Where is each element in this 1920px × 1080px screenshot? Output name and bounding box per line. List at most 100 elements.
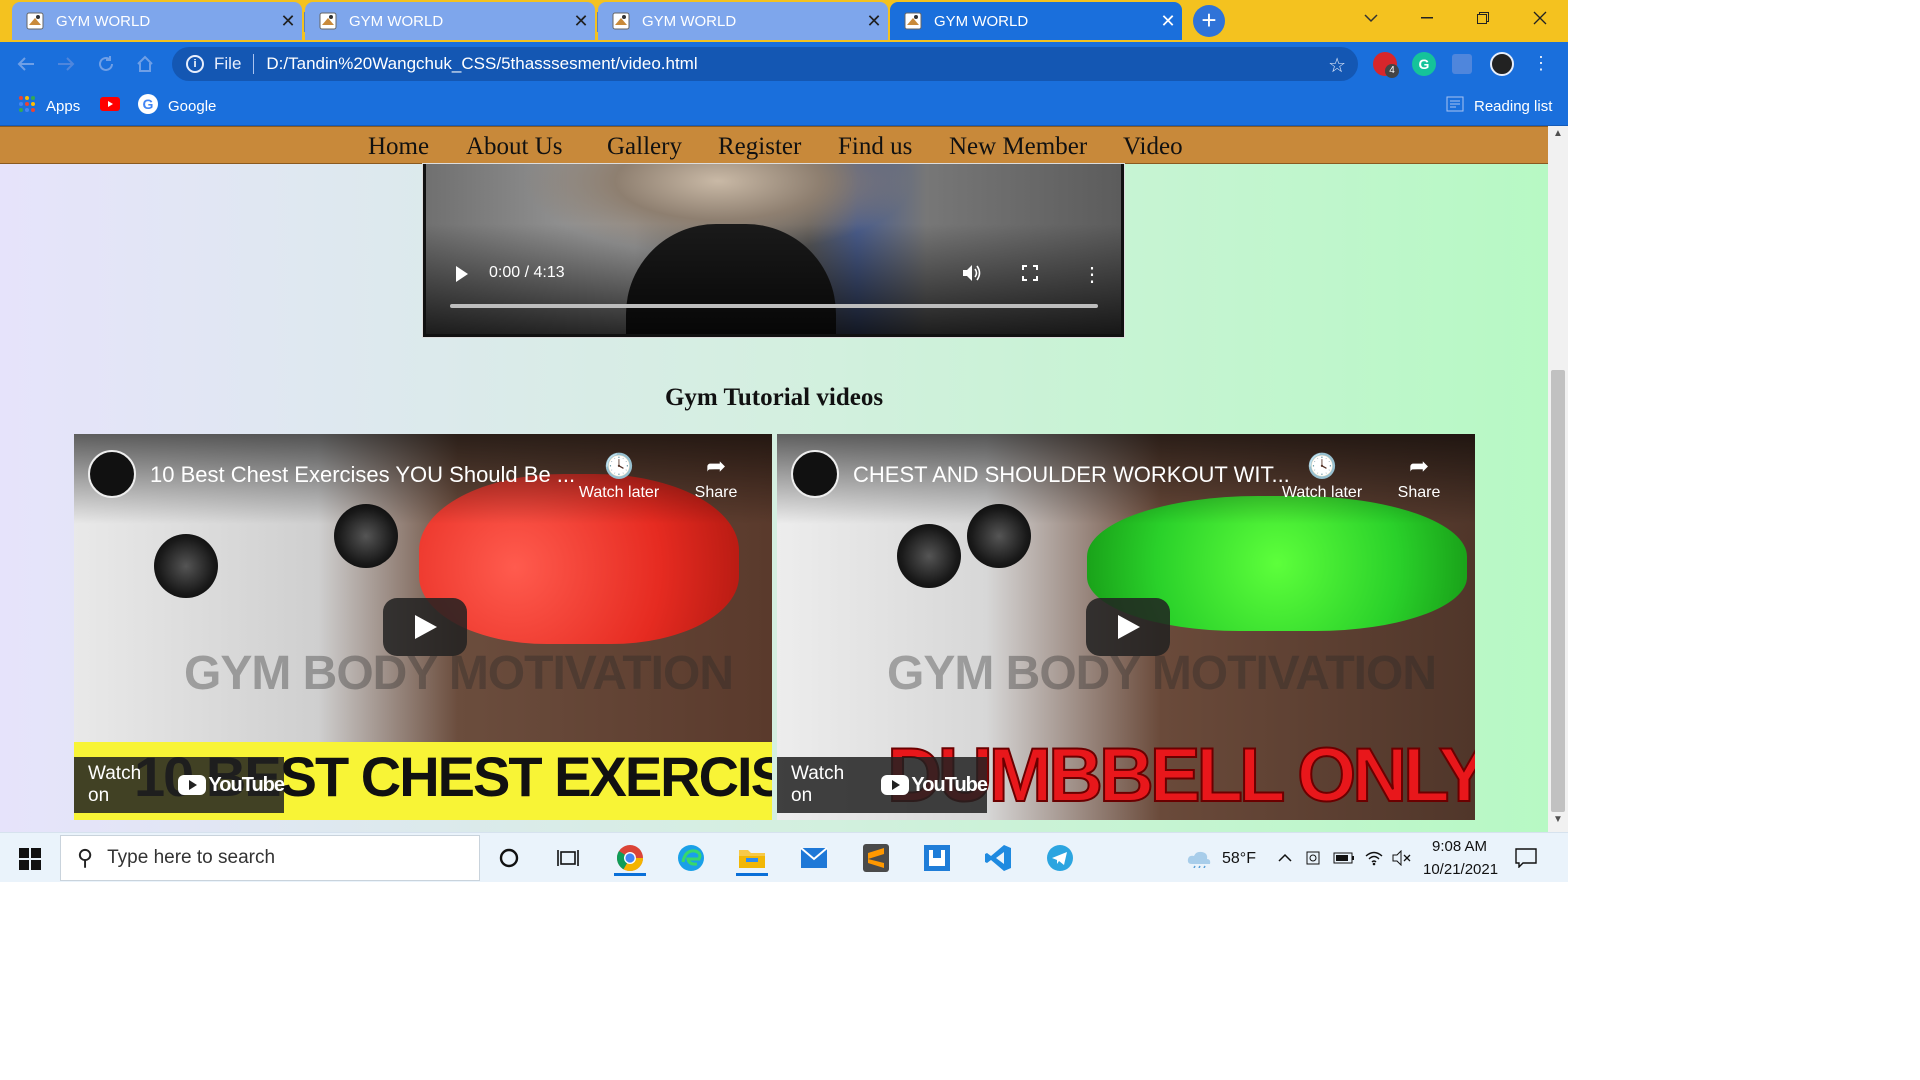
bookmark-youtube[interactable] — [100, 94, 120, 118]
gym-favicon-icon — [26, 12, 44, 30]
channel-avatar[interactable] — [88, 450, 136, 498]
forward-arrow-icon[interactable] — [52, 50, 80, 78]
watch-on-youtube-button[interactable]: Watch on YouTube — [74, 757, 285, 813]
restore-button[interactable] — [1455, 0, 1511, 36]
browser-tab-active[interactable]: GYM WORLD ✕ — [890, 2, 1182, 40]
watch-later-button[interactable]: 🕓 Watch later — [574, 452, 664, 502]
video-player[interactable]: 0:00 / 4:13 ⋮ — [422, 163, 1125, 338]
youtube-icon — [100, 97, 120, 115]
youtube-embed[interactable]: GYM BODY MOTIVATION 10 BEST CHEST EXERCI… — [74, 434, 772, 820]
fullscreen-icon[interactable] — [1022, 265, 1038, 286]
home-icon[interactable] — [131, 50, 159, 78]
site-nav: Home About Us Gallery Register Find us N… — [0, 126, 1548, 164]
embed-video-title[interactable]: 10 Best Chest Exercises YOU Should Be ..… — [150, 462, 575, 488]
vscode-icon[interactable] — [980, 840, 1016, 876]
close-icon[interactable]: ✕ — [567, 11, 595, 32]
address-bar[interactable]: i File D:/Tandin%20Wangchuk_CSS/5thassse… — [172, 47, 1358, 81]
sublime-text-icon[interactable] — [858, 840, 894, 876]
browser-menu-icon[interactable]: ⋮ — [1532, 52, 1550, 76]
bookmark-google[interactable]: G Google — [138, 94, 216, 118]
grammarly-extension-icon[interactable]: G — [1412, 52, 1436, 76]
chrome-taskbar-icon[interactable] — [612, 840, 648, 876]
telegram-icon[interactable] — [1042, 840, 1078, 876]
scroll-up-arrow-icon[interactable]: ▲ — [1548, 128, 1568, 144]
scroll-down-arrow-icon[interactable]: ▼ — [1548, 814, 1568, 830]
weather-temp[interactable]: 58°F — [1222, 850, 1256, 868]
wifi-icon[interactable] — [1362, 840, 1386, 876]
taskbar-search-input[interactable]: ⚲ Type here to search — [60, 835, 480, 881]
new-tab-button[interactable]: + — [1193, 5, 1225, 37]
extension-badge: 4 — [1385, 64, 1399, 78]
code-app-icon[interactable] — [919, 840, 955, 876]
share-label: Share — [694, 484, 738, 501]
cortana-icon[interactable] — [491, 840, 527, 876]
tray-chevron-up-icon[interactable] — [1273, 840, 1297, 876]
volume-icon[interactable] — [962, 264, 982, 287]
volume-muted-icon[interactable] — [1390, 840, 1414, 876]
meet-now-icon[interactable] — [1302, 840, 1326, 876]
play-icon[interactable] — [456, 266, 468, 282]
browser-tab[interactable]: GYM WORLD ✕ — [305, 2, 595, 40]
nav-link-video[interactable]: Video — [1123, 133, 1183, 161]
page-scrollbar[interactable]: ▲ ▼ — [1548, 126, 1568, 832]
minimize-button[interactable] — [1399, 0, 1455, 36]
gym-favicon-icon — [319, 12, 337, 30]
share-arrow-icon: ➦ — [705, 453, 727, 480]
clock-time[interactable]: 9:08 AM — [1432, 838, 1487, 855]
reading-list-icon — [1446, 96, 1464, 116]
weather-icon[interactable] — [1184, 840, 1214, 876]
scrollbar-thumb[interactable] — [1551, 370, 1565, 812]
share-arrow-icon: ➦ — [1408, 453, 1430, 480]
browser-toolbar: i File D:/Tandin%20Wangchuk_CSS/5thassse… — [0, 42, 1568, 86]
watch-on-youtube-button[interactable]: Watch on YouTube — [777, 757, 988, 813]
video-more-options-icon[interactable]: ⋮ — [1082, 262, 1102, 287]
video-time: 0:00 / 4:13 — [489, 264, 565, 281]
battery-icon[interactable] — [1332, 840, 1356, 876]
back-arrow-icon[interactable] — [12, 50, 40, 78]
reload-icon[interactable] — [92, 50, 120, 78]
nav-link-gallery[interactable]: Gallery — [607, 133, 682, 161]
browser-tab[interactable]: GYM WORLD ✕ — [12, 2, 302, 40]
browser-tab[interactable]: GYM WORLD ✕ — [598, 2, 888, 40]
adblock-extension-icon[interactable]: 4 — [1373, 52, 1399, 78]
nav-link-find-us[interactable]: Find us — [838, 133, 912, 161]
reading-list-button[interactable]: Reading list — [1446, 94, 1552, 118]
close-icon[interactable]: ✕ — [1154, 11, 1182, 32]
youtube-wordmark: YouTube — [208, 773, 285, 796]
nav-link-new-member[interactable]: New Member — [949, 133, 1087, 161]
embed-video-title[interactable]: CHEST AND SHOULDER WORKOUT WIT... — [853, 462, 1290, 488]
edge-taskbar-icon[interactable] — [673, 840, 709, 876]
windows-start-icon[interactable] — [10, 845, 50, 873]
youtube-play-button[interactable] — [1086, 598, 1170, 656]
address-divider — [253, 54, 255, 74]
tab-search-chevron-icon[interactable] — [1343, 0, 1399, 36]
video-progress-track[interactable] — [450, 304, 1098, 308]
nav-link-home[interactable]: Home — [368, 133, 429, 161]
youtube-play-button[interactable] — [383, 598, 467, 656]
youtube-embed[interactable]: GYM BODY MOTIVATION DUMBBELL ONLY CHEST … — [777, 434, 1475, 820]
share-button[interactable]: ➦ Share — [1374, 452, 1464, 502]
share-button[interactable]: ➦ Share — [671, 452, 761, 502]
nav-link-about-us[interactable]: About Us — [466, 133, 563, 161]
site-info-icon[interactable]: i — [186, 55, 204, 73]
address-url[interactable]: D:/Tandin%20Wangchuk_CSS/5thasssesment/v… — [266, 54, 697, 74]
notifications-icon[interactable] — [1510, 840, 1542, 876]
nav-link-register[interactable]: Register — [718, 133, 801, 161]
clock-date[interactable]: 10/21/2021 — [1423, 861, 1498, 878]
file-explorer-icon[interactable] — [734, 840, 770, 876]
profile-avatar[interactable] — [1490, 52, 1514, 76]
google-icon: G — [138, 94, 158, 118]
active-app-indicator — [614, 873, 646, 876]
bookmark-apps[interactable]: Apps — [18, 94, 80, 118]
watch-on-label: Watch on — [791, 763, 845, 806]
channel-avatar[interactable] — [791, 450, 839, 498]
bookmark-star-icon[interactable]: ☆ — [1328, 53, 1346, 78]
close-window-button[interactable] — [1512, 0, 1568, 36]
close-icon[interactable]: ✕ — [274, 11, 302, 32]
mail-icon[interactable] — [796, 840, 832, 876]
watch-later-button[interactable]: 🕓 Watch later — [1277, 452, 1367, 502]
task-view-icon[interactable] — [550, 840, 586, 876]
thumbnail-dumbbell — [154, 534, 218, 598]
close-icon[interactable]: ✕ — [860, 11, 888, 32]
extensions-puzzle-icon[interactable] — [1452, 54, 1472, 74]
